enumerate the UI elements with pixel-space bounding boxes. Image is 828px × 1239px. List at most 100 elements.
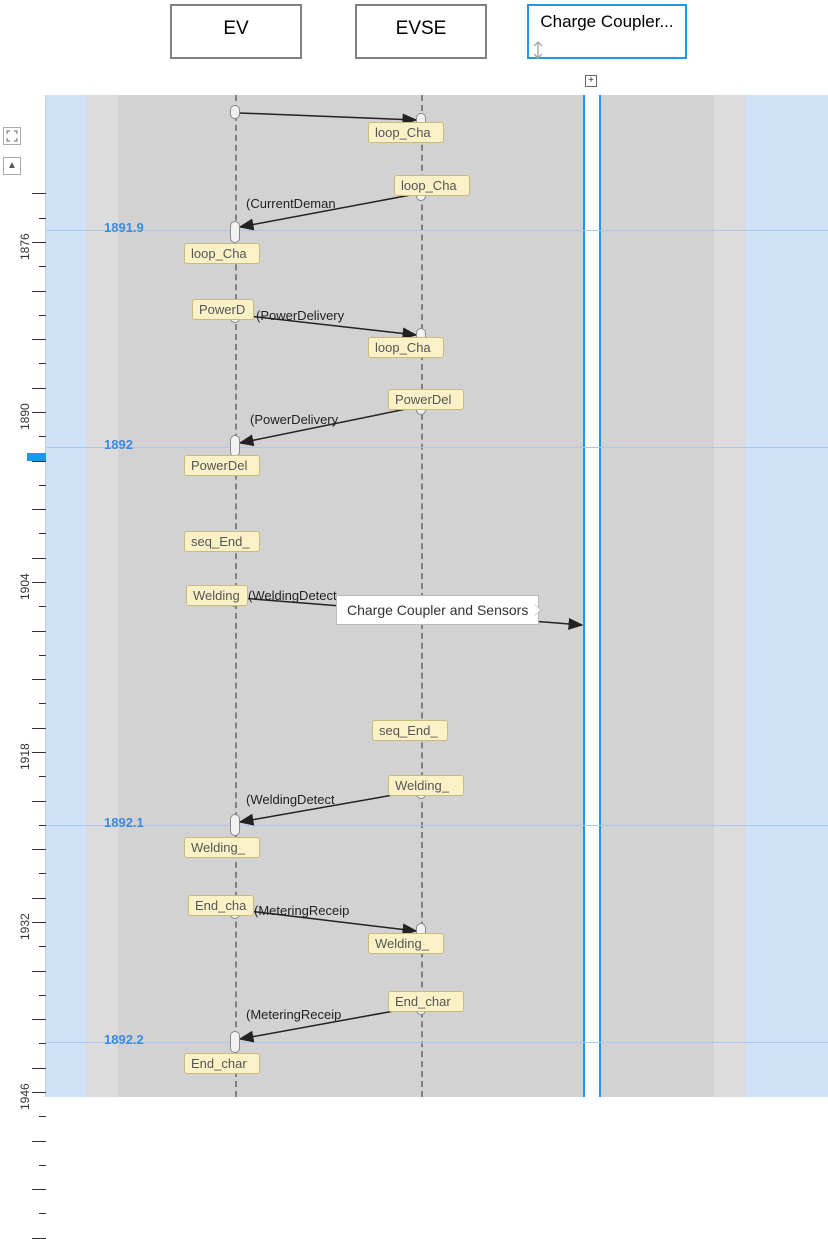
ruler-tick-major bbox=[32, 412, 46, 413]
state-tag[interactable]: End_cha bbox=[188, 895, 254, 916]
message-label: (CurrentDeman bbox=[246, 196, 336, 211]
activation-ev[interactable] bbox=[230, 105, 240, 119]
ruler-major-label: 1904 bbox=[18, 573, 32, 600]
participant-label: EV bbox=[223, 18, 248, 39]
ruler-tick-minor bbox=[39, 995, 46, 996]
state-tag[interactable]: PowerDel bbox=[184, 455, 260, 476]
ruler-major-label: 1918 bbox=[18, 743, 32, 770]
tooltip: Charge Coupler and Sensors bbox=[336, 595, 539, 625]
ruler-tick-minor bbox=[32, 509, 46, 510]
ruler-tick-minor bbox=[39, 873, 46, 874]
ruler-tick-minor bbox=[32, 339, 46, 340]
state-tag[interactable]: Welding bbox=[186, 585, 248, 606]
participant-label: EVSE bbox=[396, 18, 447, 39]
activation-ev[interactable] bbox=[230, 221, 240, 243]
message-label: (PowerDelivery bbox=[256, 308, 344, 323]
message-label: (WeldingDetect bbox=[248, 588, 337, 603]
activation-ev[interactable] bbox=[230, 1031, 240, 1053]
lifeline-charge-coupler bbox=[583, 95, 601, 1097]
state-tag[interactable]: loop_Cha bbox=[368, 337, 444, 358]
ruler-tick-major bbox=[32, 752, 46, 753]
timestamp-label: 1892 bbox=[104, 437, 133, 452]
ruler-tick-minor bbox=[32, 388, 46, 389]
message-label: (MeteringReceip bbox=[246, 1007, 341, 1022]
diagram-canvas[interactable]: 1891.9 1892 1892.1 1892.2 bbox=[46, 95, 828, 1097]
ruler-tick-major bbox=[32, 1092, 46, 1093]
ruler-tick-minor bbox=[39, 825, 46, 826]
activation-ev[interactable] bbox=[230, 435, 240, 457]
state-tag[interactable]: PowerD bbox=[192, 299, 254, 320]
state-tag[interactable]: PowerDel bbox=[388, 389, 464, 410]
ruler-tick-minor bbox=[32, 631, 46, 632]
ruler-tick-minor bbox=[32, 971, 46, 972]
ruler-tick-minor bbox=[39, 1213, 46, 1214]
ruler-tick-minor bbox=[32, 1068, 46, 1069]
message-label: (PowerDelivery bbox=[250, 412, 338, 427]
ruler-major-label: 1932 bbox=[18, 913, 32, 940]
tooltip-text: Charge Coupler and Sensors bbox=[347, 602, 528, 618]
state-tag[interactable]: loop_Cha bbox=[394, 175, 470, 196]
activation-ev[interactable] bbox=[230, 814, 240, 836]
message-label: (WeldingDetect bbox=[246, 792, 335, 807]
timestamp-label: 1891.9 bbox=[104, 220, 144, 235]
ruler-tick-minor bbox=[32, 1189, 46, 1190]
move-handle-icon[interactable] bbox=[531, 41, 545, 59]
sequence-header: EV EVSE Charge Coupler... + bbox=[0, 0, 828, 75]
ruler-tick-minor bbox=[32, 898, 46, 899]
ruler-tick-minor bbox=[39, 485, 46, 486]
ruler-tick-major bbox=[32, 922, 46, 923]
ruler-tick-minor bbox=[32, 679, 46, 680]
ruler-tick-minor bbox=[39, 1043, 46, 1044]
timestamp-line bbox=[46, 447, 828, 448]
ruler-tick-minor bbox=[39, 655, 46, 656]
ruler-tick-minor bbox=[32, 291, 46, 292]
state-tag[interactable]: seq_End_ bbox=[372, 720, 448, 741]
ruler-tick-minor bbox=[39, 703, 46, 704]
state-tag[interactable]: End_char bbox=[388, 991, 464, 1012]
state-tag[interactable]: Welding_ bbox=[368, 933, 444, 954]
participant-evse[interactable]: EVSE bbox=[355, 4, 487, 59]
ruler-tick-minor bbox=[39, 1116, 46, 1117]
state-tag[interactable]: seq_End_ bbox=[184, 531, 260, 552]
ruler-tick-minor bbox=[39, 606, 46, 607]
participant-ev[interactable]: EV bbox=[170, 4, 302, 59]
timestamp-label: 1892.2 bbox=[104, 1032, 144, 1047]
state-tag[interactable]: Welding_ bbox=[388, 775, 464, 796]
timestamp-line bbox=[46, 825, 828, 826]
participant-label: Charge Coupler... bbox=[540, 12, 673, 31]
ruler-tick-minor bbox=[32, 849, 46, 850]
ruler-tick-minor bbox=[39, 363, 46, 364]
ruler-tick-minor bbox=[32, 1141, 46, 1142]
ruler-major-label: 1876 bbox=[18, 233, 32, 260]
ruler-tick-minor bbox=[32, 728, 46, 729]
ruler-tick-minor bbox=[32, 558, 46, 559]
scroll-up-button[interactable]: ▲ bbox=[3, 157, 21, 175]
state-tag[interactable]: Welding_ bbox=[184, 837, 260, 858]
ruler-tick-minor bbox=[32, 193, 46, 194]
state-tag[interactable]: End_char bbox=[184, 1053, 260, 1074]
state-tag[interactable]: loop_Cha bbox=[368, 122, 444, 143]
ruler-tick-minor bbox=[32, 801, 46, 802]
ruler-tick-major bbox=[32, 582, 46, 583]
ruler-tick-minor bbox=[39, 315, 46, 316]
ruler-tick-minor bbox=[39, 218, 46, 219]
timestamp-line bbox=[46, 1042, 828, 1043]
fit-view-button[interactable] bbox=[3, 127, 21, 145]
ruler-tick-minor bbox=[39, 436, 46, 437]
ruler-tick-minor bbox=[39, 946, 46, 947]
ruler-tick-minor bbox=[39, 533, 46, 534]
state-tag[interactable]: loop_Cha bbox=[184, 243, 260, 264]
ruler-tick-minor bbox=[32, 461, 46, 462]
expand-button[interactable]: + bbox=[585, 75, 597, 87]
time-ruler[interactable]: ▲ 187618901904191819321946 bbox=[0, 95, 46, 1097]
message-label: (MeteringReceip bbox=[254, 903, 349, 918]
ruler-tick-minor bbox=[39, 1165, 46, 1166]
ruler-tick-major bbox=[32, 242, 46, 243]
participant-charge-coupler[interactable]: Charge Coupler... bbox=[527, 4, 687, 59]
timestamp-label: 1892.1 bbox=[104, 815, 144, 830]
ruler-tick-minor bbox=[39, 266, 46, 267]
ruler-tick-minor bbox=[32, 1019, 46, 1020]
ruler-tick-minor bbox=[39, 776, 46, 777]
ruler-major-label: 1890 bbox=[18, 403, 32, 430]
timestamp-line bbox=[46, 230, 828, 231]
